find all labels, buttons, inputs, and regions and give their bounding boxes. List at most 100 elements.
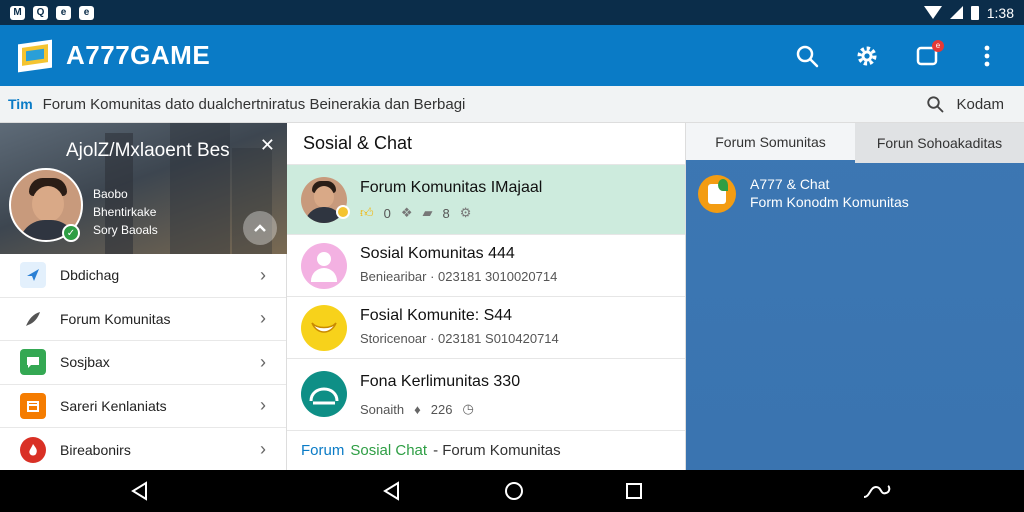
home-circle-icon bbox=[505, 482, 523, 500]
chat-meta: 👍︎ 0 ❖ ▰ 8 ⚙ bbox=[360, 205, 471, 221]
chat-item[interactable]: Fona Kerlimunitas 330 Sonaith ♦ 226 ◷ bbox=[287, 359, 685, 431]
chat-meta: Sonaith ♦ 226 ◷ bbox=[360, 401, 474, 417]
tab-forun-sohoakaditas[interactable]: Forun Sohoakaditas bbox=[855, 123, 1024, 163]
app-title: A777GAME bbox=[66, 40, 211, 70]
profile-header: AjolZ/Mxlaoent Bes ✕ ✓ Baobo Bhentirkake… bbox=[0, 123, 287, 254]
calendar-icon bbox=[20, 392, 46, 419]
chat-meta-text: Sonaith bbox=[360, 401, 405, 417]
arrow-icon bbox=[20, 262, 46, 289]
drawer-item-sosjbax[interactable]: Sosjbax › bbox=[0, 341, 286, 385]
navigation-drawer: AjolZ/Mxlaoent Bes ✕ ✓ Baobo Bhentirkake… bbox=[0, 123, 287, 470]
notification-icon: M bbox=[10, 5, 25, 20]
gift-icon: ❖ bbox=[400, 205, 413, 220]
flame-icon bbox=[20, 436, 46, 463]
online-check-icon: ✓ bbox=[62, 224, 80, 242]
notifications-button[interactable]: e bbox=[914, 39, 944, 69]
profile-info-line: Baobo bbox=[93, 187, 128, 201]
subheader-search-label: Kodam bbox=[956, 95, 1004, 113]
notification-badge: e bbox=[932, 39, 944, 52]
chat-meta: Beniearibar · 023181 3010020714 bbox=[360, 269, 558, 284]
recents-square-icon bbox=[626, 483, 642, 499]
chevron-right-icon: › bbox=[260, 351, 266, 372]
chevron-right-icon: › bbox=[260, 308, 266, 329]
chat-pane-title: Sosial & Chat bbox=[287, 123, 685, 165]
avatar bbox=[301, 305, 347, 351]
chat-meta-count: 226 bbox=[430, 401, 453, 417]
subheader-bar: Tim Forum Komunitas dato dualchertniratu… bbox=[0, 86, 1024, 123]
signal-icon bbox=[949, 6, 963, 19]
chat-footer: Forum Sosial Chat - Forum Komunitas bbox=[287, 431, 685, 471]
back-button[interactable] bbox=[128, 479, 152, 503]
right-list-item[interactable]: A777 & Chat Form Konodm Komunitas bbox=[686, 163, 1024, 221]
subheader-prefix: Tim bbox=[8, 96, 33, 112]
settings-icon: ⚙ bbox=[459, 205, 472, 220]
thumb-up-icon: 👍︎ bbox=[360, 205, 374, 220]
gesture-button[interactable] bbox=[862, 479, 894, 503]
footer-sosial-link[interactable]: Sosial Chat bbox=[350, 442, 427, 459]
status-system-icons: 1:38 bbox=[923, 5, 1014, 21]
app-logo-icon bbox=[18, 38, 54, 74]
drawer-item-label: Bireabonirs bbox=[60, 441, 131, 458]
back-button[interactable] bbox=[380, 479, 404, 503]
search-icon bbox=[927, 96, 944, 113]
chat-item[interactable]: Sosial Komunitas 444 Beniearibar · 02318… bbox=[287, 235, 685, 297]
avatar bbox=[301, 243, 347, 289]
pin-icon: ♦ bbox=[414, 401, 421, 417]
chat-meta: Storicenoar · 023181 S010420714 bbox=[360, 331, 559, 346]
chevron-right-icon: › bbox=[260, 439, 266, 460]
recents-button[interactable] bbox=[622, 479, 646, 503]
profile-name: AjolZ/Mxlaoent Bes bbox=[66, 140, 230, 161]
chat-item[interactable]: Forum Komunitas IMajaal 👍︎ 0 ❖ ▰ 8 ⚙ bbox=[287, 165, 685, 235]
status-badge bbox=[336, 205, 350, 219]
drawer-item-label: Sosjbax bbox=[60, 354, 110, 371]
footer-text: - Forum Komunitas bbox=[433, 442, 561, 459]
comment-count: 8 bbox=[442, 205, 450, 221]
drawer-item-bireabonirs[interactable]: Bireabonirs › bbox=[0, 428, 286, 472]
right-item-title: A777 & Chat bbox=[750, 176, 830, 192]
drawer-item-label: Dbdichag bbox=[60, 267, 120, 284]
chat-title: Fona Kerlimunitas 330 bbox=[360, 373, 521, 390]
right-panel: Forum Somunitas Forun Sohoakaditas A777 … bbox=[686, 123, 1024, 470]
status-notification-icons: M Q e e bbox=[10, 5, 94, 20]
chat-item[interactable]: Fosial Komunite: S44 Storicenoar · 02318… bbox=[287, 297, 685, 359]
gesture-icon bbox=[863, 485, 891, 498]
right-tabs: Forum Somunitas Forun Sohoakaditas bbox=[686, 123, 1024, 163]
settings-button[interactable] bbox=[854, 43, 880, 69]
home-button[interactable] bbox=[502, 479, 526, 503]
footer-forum-link[interactable]: Forum bbox=[301, 442, 344, 459]
more-vert-icon bbox=[984, 45, 990, 66]
back-triangle-icon bbox=[383, 481, 399, 501]
status-bar: M Q e e 1:38 bbox=[0, 0, 1024, 25]
profile-info-line: Bhentirkake bbox=[93, 205, 157, 219]
close-icon: ✕ bbox=[259, 135, 275, 155]
chat-title: Fosial Komunite: S44 bbox=[360, 307, 513, 324]
drawer-item-label: Sareri Kenlaniats bbox=[60, 397, 167, 414]
drawer-item-dbdichag[interactable]: Dbdichag › bbox=[0, 254, 286, 298]
gear-icon bbox=[857, 46, 877, 65]
avatar bbox=[301, 371, 347, 417]
tab-forum-somunitas[interactable]: Forum Somunitas bbox=[686, 123, 855, 163]
clock-icon: ◷ bbox=[462, 401, 474, 416]
app-logo-icon bbox=[698, 175, 736, 213]
back-triangle-icon bbox=[131, 481, 147, 501]
right-item-subtitle: Form Konodm Komunitas bbox=[750, 194, 909, 210]
notification-icon: Q bbox=[33, 5, 48, 20]
collapse-profile-button[interactable] bbox=[243, 211, 277, 245]
drawer-item-forum[interactable]: Forum Komunitas › bbox=[0, 298, 286, 341]
drawer-item-kenlaniats[interactable]: Sareri Kenlaniats › bbox=[0, 385, 286, 428]
search-button[interactable] bbox=[794, 43, 820, 69]
like-count: 0 bbox=[383, 205, 391, 221]
close-drawer-button[interactable]: ✕ bbox=[260, 135, 275, 156]
overflow-menu-button[interactable] bbox=[974, 43, 1000, 69]
chevron-right-icon: › bbox=[260, 264, 266, 285]
notification-icon: e bbox=[56, 5, 71, 20]
search-icon bbox=[796, 45, 819, 67]
chat-list-pane: Sosial & Chat Forum Komunitas IMajaal 👍︎… bbox=[287, 123, 686, 471]
chevron-up-icon bbox=[254, 224, 266, 232]
drawer-item-label: Forum Komunitas bbox=[60, 310, 171, 327]
app-bar: A777GAME e bbox=[0, 25, 1024, 86]
comment-icon: ▰ bbox=[422, 205, 433, 220]
chat-title: Forum Komunitas IMajaal bbox=[360, 179, 543, 196]
notification-icon: e bbox=[79, 5, 94, 20]
subheader-search-button[interactable]: Kodam bbox=[926, 95, 1004, 113]
